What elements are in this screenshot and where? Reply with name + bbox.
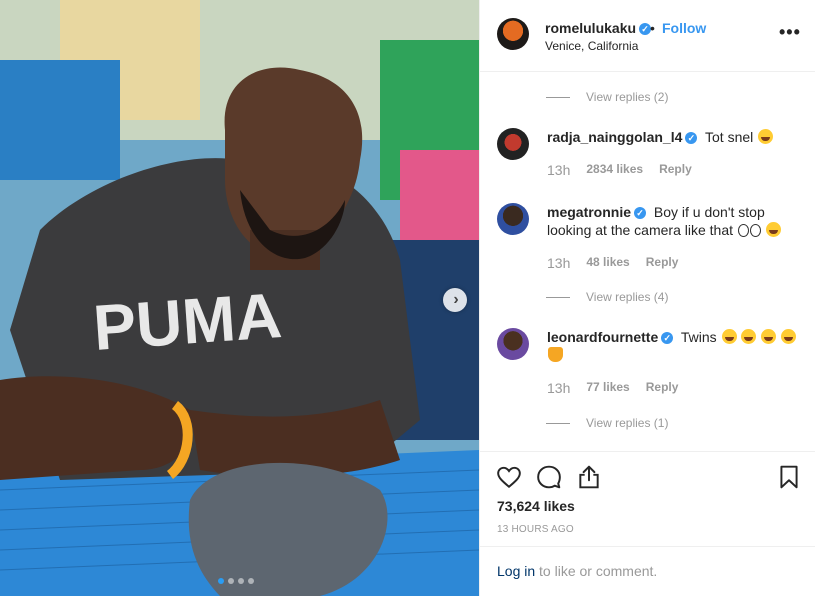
comment-icon[interactable]	[536, 464, 562, 490]
carousel-next-button[interactable]: ›	[443, 288, 467, 312]
view-replies-label[interactable]: View replies (1)	[586, 416, 668, 430]
reply-button[interactable]: Reply	[659, 162, 692, 178]
svg-text:PUMA: PUMA	[91, 279, 284, 364]
comment-meta: 13h 48 likes Reply	[547, 255, 678, 271]
photo-illustration: PUMA	[0, 0, 479, 596]
comment-text: Tot snel	[705, 129, 754, 145]
verified-badge-icon: ✓	[634, 207, 647, 220]
view-replies-button[interactable]: View replies (2)	[546, 90, 668, 104]
comment-text: Twins	[680, 329, 717, 345]
loudly-crying-emoji-icon	[781, 329, 797, 344]
carousel-dot	[228, 578, 234, 584]
carousel-dot	[238, 578, 244, 584]
verified-badge-icon: ✓	[661, 332, 674, 345]
post-side-panel: romelulukaku ✓ • Follow Venice, Californi…	[479, 0, 815, 596]
comment-item: leonardfournette ✓ Twins 13h 77 likes Rep…	[497, 328, 797, 400]
loudly-crying-emoji-icon	[721, 329, 737, 344]
likes-count[interactable]: 73,624 likes	[497, 498, 575, 514]
divider-line	[546, 422, 570, 424]
carousel-dots	[218, 578, 254, 584]
avatar[interactable]	[497, 18, 529, 50]
comment-username[interactable]: radja_nainggolan_l4 ✓	[547, 129, 698, 145]
view-replies-button[interactable]: View replies (4)	[546, 290, 668, 304]
crying-laughing-emoji-icon	[765, 222, 781, 237]
avatar[interactable]	[497, 203, 529, 235]
eyes-emoji-icon	[749, 224, 761, 237]
post-timestamp[interactable]: 13 HOURS AGO	[497, 524, 574, 535]
chevron-right-icon: ›	[453, 291, 459, 308]
carousel-dot	[248, 578, 254, 584]
carousel-dot	[218, 578, 224, 584]
more-options-icon[interactable]: •••	[779, 22, 801, 43]
login-prompt: Log in to like or comment.	[480, 546, 815, 597]
login-link[interactable]: Log in	[497, 563, 535, 579]
comment-item: radja_nainggolan_l4 ✓ Tot snel 13h 2834 l…	[497, 128, 797, 188]
comment-likes[interactable]: 2834 likes	[586, 162, 643, 178]
comment-likes[interactable]: 77 likes	[586, 380, 629, 396]
comment-time[interactable]: 13h	[547, 162, 570, 178]
comment-time[interactable]: 13h	[547, 380, 570, 396]
comment-username[interactable]: leonardfournette ✓	[547, 329, 674, 345]
heart-hands-emoji-icon	[548, 347, 563, 362]
heart-icon[interactable]	[496, 464, 522, 490]
post-actions: 73,624 likes 13 HOURS AGO Log in to like…	[480, 451, 815, 596]
post-header: romelulukaku ✓ • Follow Venice, Californi…	[480, 0, 815, 72]
comment-username[interactable]: megatronnie ✓	[547, 204, 647, 220]
divider-line	[546, 96, 570, 98]
post-photo[interactable]: PUMA ›	[0, 0, 479, 596]
comment-time[interactable]: 13h	[547, 255, 570, 271]
share-icon[interactable]	[576, 464, 602, 490]
comment-username-text[interactable]: megatronnie	[547, 204, 631, 220]
eyes-emoji-icon	[737, 224, 749, 237]
avatar[interactable]	[497, 128, 529, 160]
separator-dot: •	[650, 20, 655, 36]
follow-button[interactable]: Follow	[662, 20, 706, 36]
avatar[interactable]	[497, 328, 529, 360]
comment-item: megatronnie ✓ Boy if u don't stop looking…	[497, 203, 797, 275]
verified-badge-icon: ✓	[685, 132, 698, 145]
view-replies-button[interactable]: View replies (1)	[546, 416, 668, 430]
comment-username-text[interactable]: radja_nainggolan_l4	[547, 129, 682, 145]
comment-body: radja_nainggolan_l4 ✓ Tot snel	[547, 128, 797, 146]
divider-line	[546, 296, 570, 298]
comment-body: megatronnie ✓ Boy if u don't stop looking…	[547, 203, 797, 239]
comment-likes[interactable]: 48 likes	[586, 255, 629, 271]
post-location[interactable]: Venice, California	[545, 39, 638, 53]
comment-username-text[interactable]: leonardfournette	[547, 329, 658, 345]
crying-laughing-emoji-icon	[758, 129, 774, 144]
author-username[interactable]: romelulukaku ✓	[545, 20, 652, 36]
bookmark-icon[interactable]	[776, 464, 802, 490]
reply-button[interactable]: Reply	[646, 255, 679, 271]
loudly-crying-emoji-icon	[741, 329, 757, 344]
author-username-text[interactable]: romelulukaku	[545, 20, 636, 36]
comment-meta: 13h 2834 likes Reply	[547, 162, 692, 178]
login-suffix: to like or comment.	[539, 563, 658, 579]
view-replies-label[interactable]: View replies (2)	[586, 90, 668, 104]
reply-button[interactable]: Reply	[646, 380, 679, 396]
comment-meta: 13h 77 likes Reply	[547, 380, 678, 396]
view-replies-label[interactable]: View replies (4)	[586, 290, 668, 304]
comment-body: leonardfournette ✓ Twins	[547, 328, 797, 364]
loudly-crying-emoji-icon	[761, 329, 777, 344]
